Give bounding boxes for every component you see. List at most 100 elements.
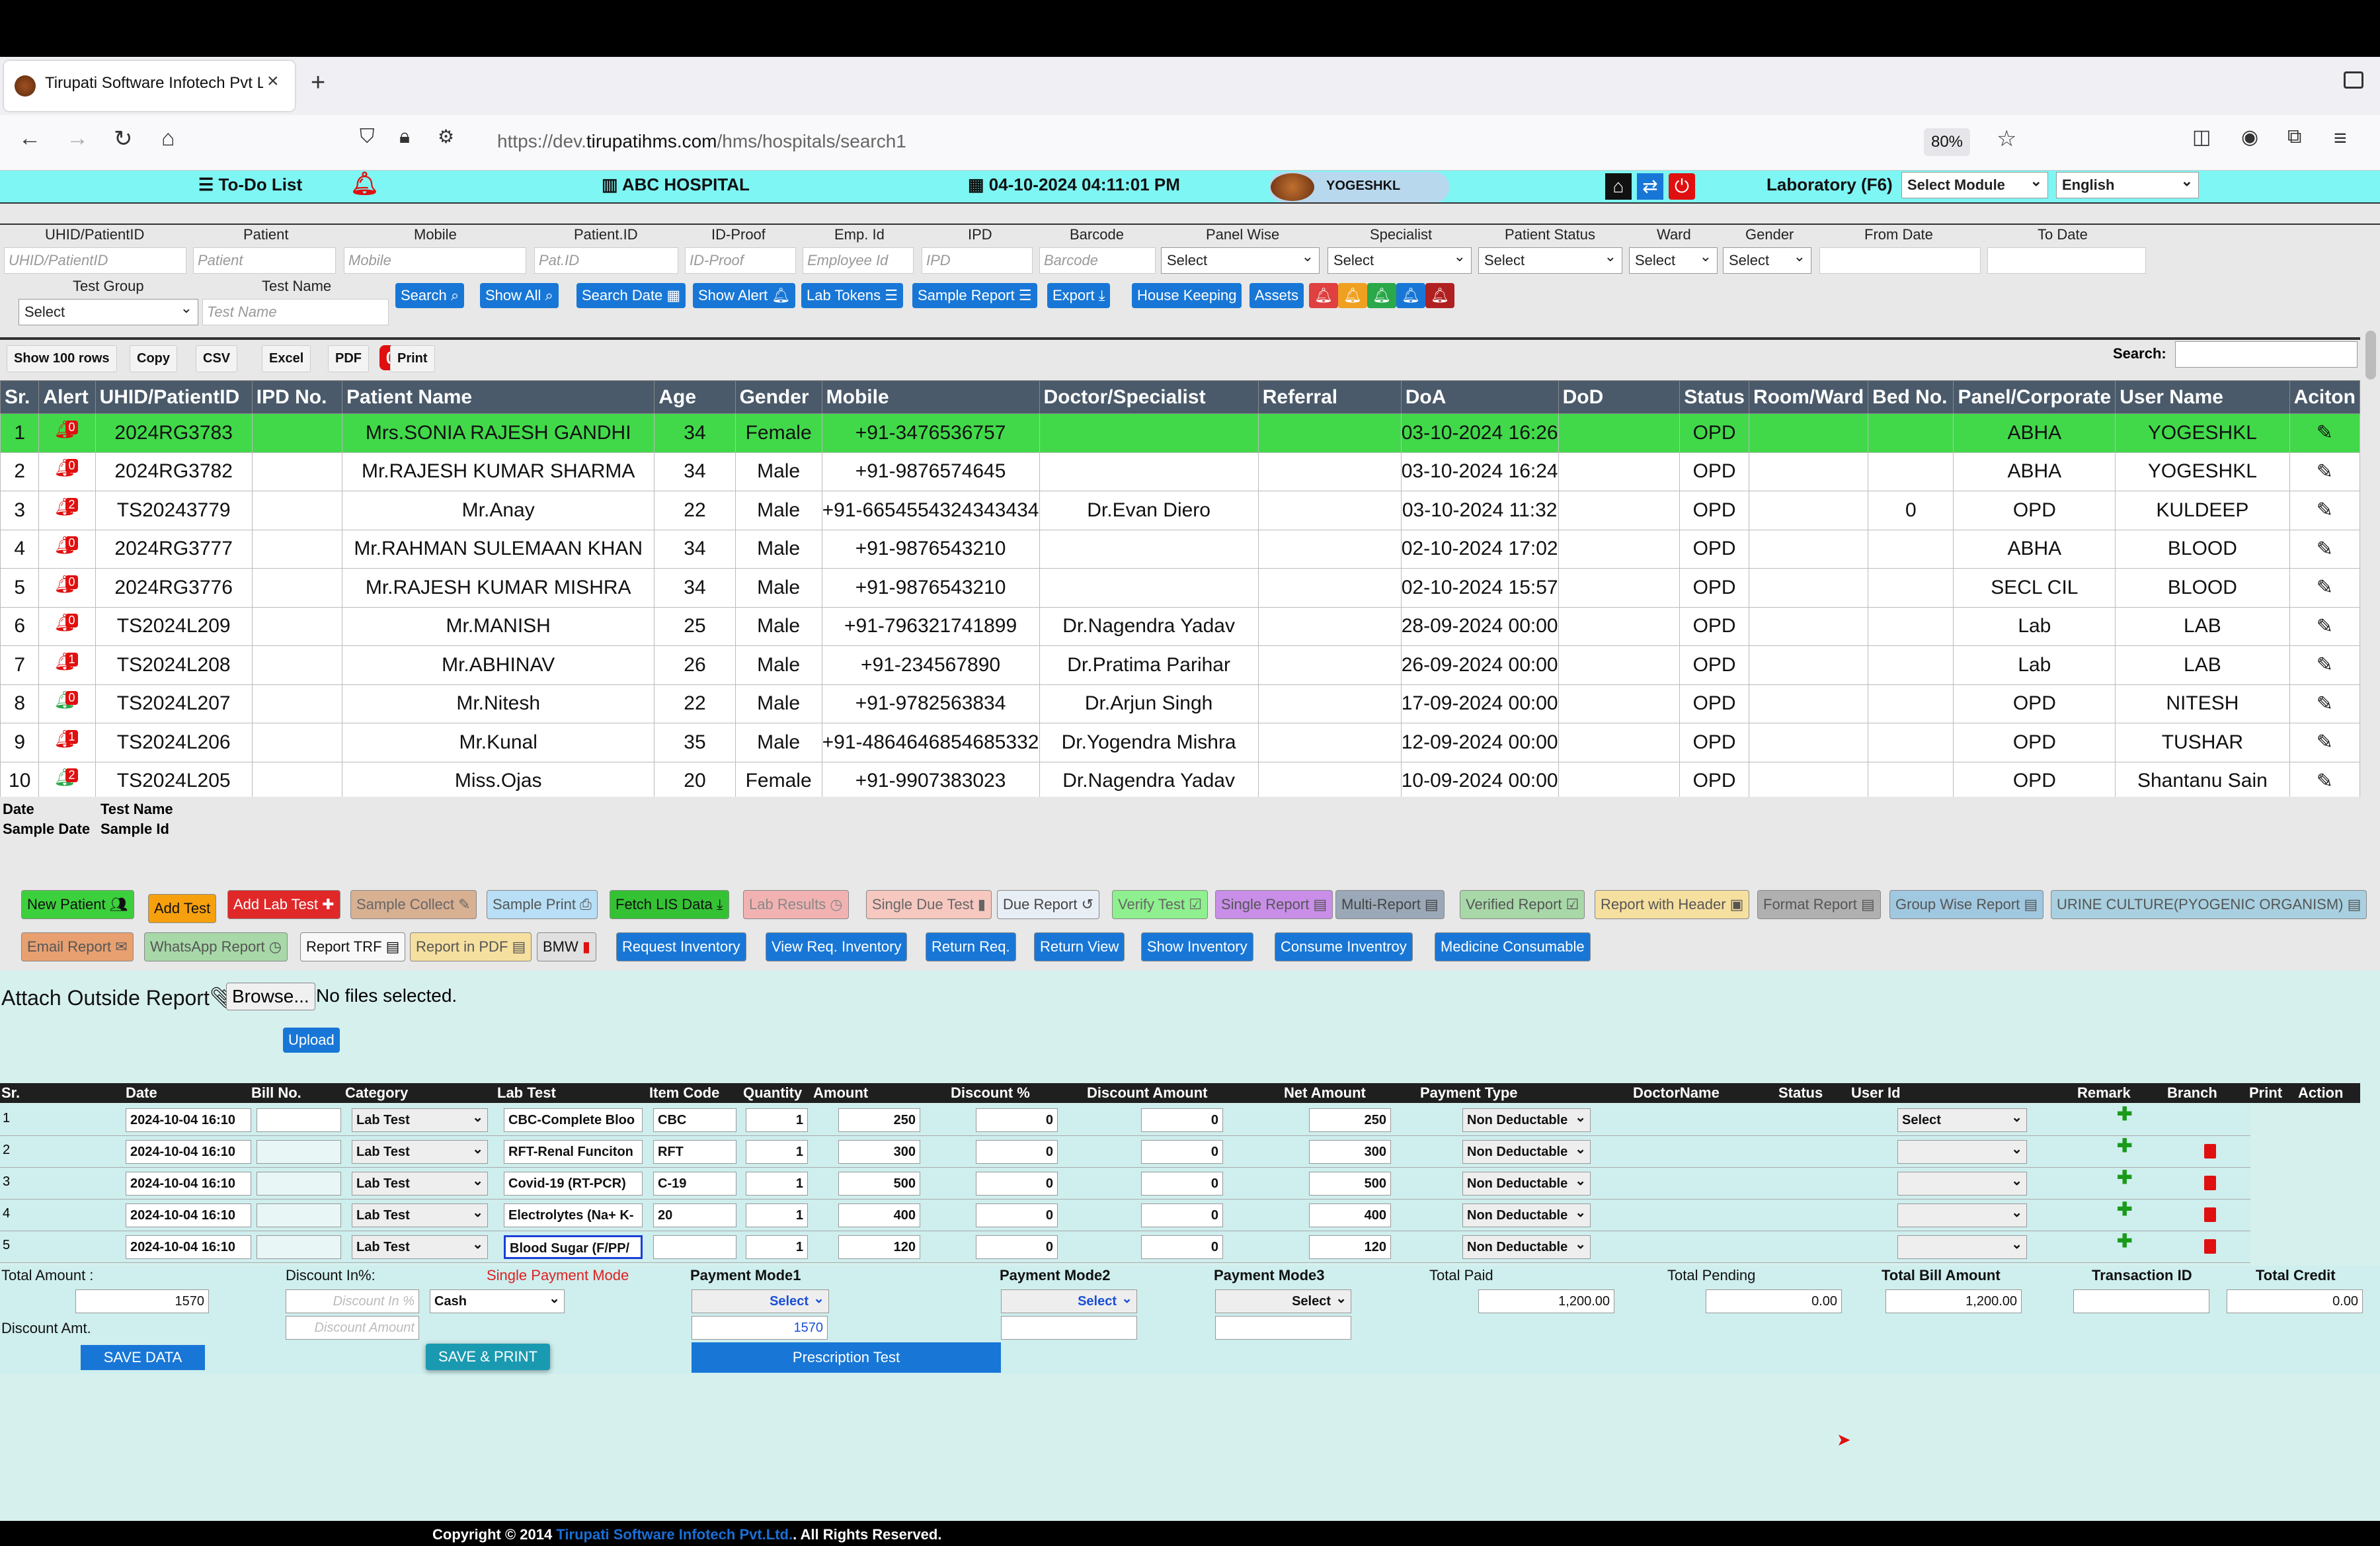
quantity-field[interactable]: 1 [746, 1203, 808, 1227]
add-row-icon[interactable]: ✚ [2117, 1198, 2132, 1220]
bill-no-field[interactable] [257, 1172, 341, 1196]
table-row[interactable]: 4 🔔︎ 0 2024RG3777 Mr.RAHMAN SULEMAAN KHAN 34 M… [0, 529, 2361, 569]
col-header[interactable]: Sr. [0, 380, 40, 414]
bell-icon[interactable]: 🔔︎ 0 [54, 419, 80, 442]
module-button-lab-results[interactable]: Lab Results ◷ [743, 890, 849, 919]
test-name-input[interactable]: Test Name [202, 299, 389, 325]
show-all-button[interactable]: Show All ⌕ [480, 283, 559, 308]
browser-tab[interactable]: Tirupati Software Infotech Pvt Lt × [4, 61, 295, 111]
col-header[interactable]: Patient Name [342, 380, 655, 414]
lab-test-field[interactable]: Electrolytes (Na+ K- [504, 1203, 643, 1227]
item-code-field[interactable]: RFT [653, 1140, 736, 1164]
url-field[interactable]: https://dev.tirupatihms.com/hms/hospital… [497, 131, 906, 152]
bill-no-field[interactable] [257, 1235, 341, 1259]
pdf-button[interactable]: PDF [328, 345, 369, 372]
edit-icon[interactable]: ✎ [2289, 491, 2361, 530]
module-button-report-with-header[interactable]: Report with Header ▣ [1595, 890, 1750, 919]
notification-bell-icon[interactable]: 🔔︎ [350, 171, 379, 197]
category-select[interactable]: Lab Test [352, 1172, 488, 1196]
module-button-return-req-[interactable]: Return Req. [926, 932, 1016, 961]
discount-pct-field[interactable]: 0 [976, 1108, 1058, 1132]
col-header[interactable]: Aciton [2289, 380, 2361, 414]
total-credit-field[interactable]: 0.00 [2227, 1289, 2363, 1313]
employee-id-input[interactable]: Employee Id [803, 247, 914, 274]
module-button-consume-inventroy[interactable]: Consume Inventroy [1275, 932, 1413, 961]
module-button-add-lab-test[interactable]: Add Lab Test ✚ [227, 890, 340, 919]
col-header[interactable]: Age [654, 380, 736, 414]
permissions-icon[interactable]: ⚙ [438, 126, 454, 147]
upload-button[interactable]: Upload [283, 1028, 340, 1053]
bookmark-star-icon[interactable]: ☆ [1997, 126, 2016, 152]
item-code-field[interactable]: 20 [653, 1203, 736, 1227]
discount-amount-field[interactable]: 0 [1141, 1203, 1223, 1227]
barcode-input[interactable]: Barcode [1039, 247, 1156, 274]
discount-amount-field[interactable]: 0 [1141, 1140, 1223, 1164]
payment-mode3-select[interactable]: Select [1215, 1289, 1351, 1313]
delete-icon[interactable] [2204, 1176, 2216, 1190]
module-button-new-patient[interactable]: New Patient 👥︎ [21, 890, 134, 919]
discount-pct-field[interactable]: 0 [976, 1235, 1058, 1259]
col-header[interactable]: IPD No. [251, 380, 343, 414]
new-tab-icon[interactable]: + [311, 69, 325, 97]
close-icon[interactable]: × [267, 70, 279, 93]
todo-list-link[interactable]: ☰ To-Do List [198, 175, 302, 195]
user-chip[interactable]: YOGESHKL [1269, 172, 1449, 202]
switch-icon[interactable]: ⇄ [1637, 173, 1663, 200]
bell-icon[interactable]: 🔔︎ 0 [54, 535, 80, 557]
payment-type-select[interactable]: Non Deductable [1462, 1140, 1591, 1164]
table-row[interactable]: 7 🔔︎ 1 TS2024L208 Mr.ABHINAV 26 Male +91-234567… [0, 645, 2361, 685]
amount-field[interactable]: 300 [838, 1140, 920, 1164]
table-row[interactable]: 10 🔔︎ 2 TS2024L205 Miss.Ojas 20 Female +91-9907… [0, 761, 2361, 801]
user-id-select[interactable] [1897, 1140, 2027, 1164]
payment-type-select[interactable]: Non Deductable [1462, 1203, 1591, 1227]
add-row-icon[interactable]: ✚ [2117, 1103, 2132, 1125]
assets-button[interactable]: Assets [1250, 283, 1304, 308]
col-header[interactable]: Panel/Corporate [1953, 380, 2116, 414]
col-header[interactable]: Status [1679, 380, 1749, 414]
edit-icon[interactable]: ✎ [2289, 529, 2361, 569]
specialist-select[interactable]: Select [1328, 247, 1472, 274]
col-header[interactable]: Mobile [821, 380, 1040, 414]
save-data-button[interactable]: SAVE DATA [81, 1345, 205, 1370]
amount-field[interactable]: 500 [838, 1172, 920, 1196]
net-amount-field[interactable]: 120 [1309, 1235, 1391, 1259]
payment-mode1-amount[interactable]: 1570 [692, 1316, 828, 1340]
lab-test-field[interactable]: Covid-19 (RT-PCR) [504, 1172, 643, 1196]
col-header[interactable]: Doctor/Specialist [1039, 380, 1259, 414]
quantity-field[interactable]: 1 [746, 1140, 808, 1164]
prescription-test-button[interactable]: Prescription Test [692, 1342, 1001, 1373]
edit-icon[interactable]: ✎ [2289, 606, 2361, 646]
bell-icon[interactable]: 🔔︎ 2 [54, 497, 80, 519]
language-dropdown[interactable]: English [2056, 172, 2199, 198]
module-button-add-test[interactable]: Add Test [148, 894, 217, 923]
add-row-icon[interactable]: ✚ [2117, 1135, 2132, 1157]
module-button-verified-report[interactable]: Verified Report ☑ [1460, 890, 1585, 919]
menu-icon[interactable]: ≡ [2334, 126, 2347, 151]
col-header[interactable]: Gender [734, 380, 822, 414]
export-button[interactable]: Export ⤓ [1047, 283, 1111, 308]
table-search-input[interactable] [2175, 341, 2358, 368]
payment-mode1-select[interactable]: Select [692, 1289, 829, 1313]
bell-orange-icon[interactable]: 🔔︎ [1338, 283, 1367, 308]
payment-mode2-select[interactable]: Select [1001, 1289, 1137, 1313]
csv-button[interactable]: CSV [196, 345, 238, 372]
account-icon[interactable]: ◉ [2241, 126, 2258, 149]
search-button[interactable]: Search ⌕ [395, 283, 465, 308]
module-button-format-report[interactable]: Format Report ▤ [1757, 890, 1881, 919]
home-icon[interactable]: ⌂ [1605, 173, 1632, 200]
sample-report-button[interactable]: Sample Report ☰ [912, 283, 1037, 308]
id-proof-input[interactable]: ID-Proof [685, 247, 796, 274]
payment-mode2-amount[interactable] [1001, 1316, 1137, 1340]
ipd-input[interactable]: IPD [922, 247, 1033, 274]
edit-icon[interactable]: ✎ [2289, 723, 2361, 762]
show-alert-button[interactable]: Show Alert 🔔︎ [693, 283, 796, 308]
col-header[interactable]: UHID/PatientID [95, 380, 253, 414]
col-header[interactable]: User Name [2115, 380, 2290, 414]
lab-test-field[interactable]: CBC-Complete Bloo [504, 1108, 643, 1132]
delete-icon[interactable] [2204, 1239, 2216, 1254]
bill-date-field[interactable]: 2024-10-04 16:10 [126, 1235, 251, 1259]
category-select[interactable]: Lab Test [352, 1203, 488, 1227]
col-header[interactable]: Bed No. [1868, 380, 1954, 414]
lab-test-field[interactable]: Blood Sugar (F/PP/ [504, 1235, 643, 1259]
browse-button[interactable]: Browse... [226, 983, 315, 1010]
